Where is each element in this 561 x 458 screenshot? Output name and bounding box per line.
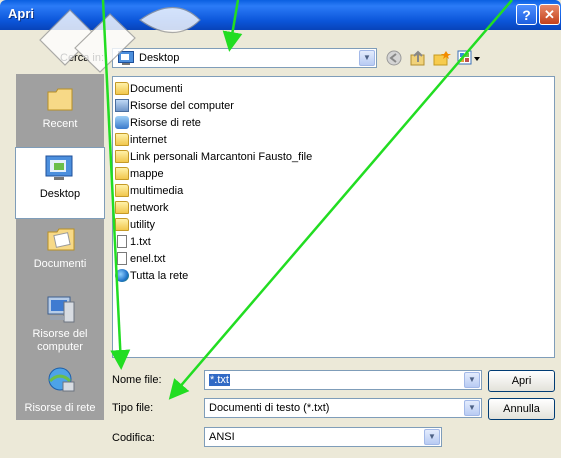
chevron-down-icon[interactable]: ▼ — [464, 400, 480, 416]
place-label: Recent — [42, 118, 78, 130]
folder-icon — [115, 184, 129, 197]
chevron-down-icon[interactable]: ▼ — [359, 50, 375, 66]
network-icon — [115, 116, 129, 129]
chevron-down-icon[interactable]: ▼ — [464, 372, 480, 388]
filetype-value: Documenti di testo (*.txt) — [209, 402, 330, 414]
window-title: Apri — [8, 6, 34, 21]
filename-value: *.txt — [209, 374, 230, 386]
filetype-label: Tipo file: — [112, 402, 154, 414]
computer-icon — [115, 99, 129, 112]
desktop-icon — [118, 51, 134, 65]
encoding-value: ANSI — [209, 431, 235, 443]
folder-icon — [115, 133, 129, 146]
encoding-label: Codifica: — [112, 432, 155, 444]
file-list[interactable]: Documenti Risorse del computer Risorse d… — [112, 76, 555, 358]
globe-icon — [115, 269, 129, 282]
filename-label: Nome file: — [112, 374, 162, 386]
open-dialog: Apri ? ✕ Cerca in: Desktop ▼ Recent Desk… — [0, 0, 561, 458]
filename-input[interactable]: *.txt ▼ — [204, 370, 482, 390]
lookin-select[interactable]: Desktop ▼ — [112, 48, 377, 68]
place-network[interactable]: Risorse di rete — [16, 364, 104, 420]
documents-icon — [47, 228, 75, 251]
place-label: Desktop — [39, 188, 81, 200]
close-button[interactable]: ✕ — [539, 4, 560, 25]
place-desktop[interactable]: Desktop — [15, 147, 105, 219]
folder-icon — [115, 218, 129, 231]
folder-icon — [115, 82, 129, 95]
desktop-icon — [45, 155, 73, 180]
my-computer-icon — [47, 296, 75, 323]
text-file-icon — [117, 235, 127, 248]
open-button[interactable]: Apri — [488, 370, 555, 392]
network-places-icon — [48, 367, 75, 392]
filetype-select[interactable]: Documenti di testo (*.txt) ▼ — [204, 398, 482, 418]
place-label: Documenti — [33, 258, 87, 270]
folder-icon — [115, 201, 129, 214]
place-label: Risorse di rete — [24, 402, 96, 414]
place-my-computer[interactable]: Risorse del computer — [16, 288, 104, 364]
place-label: Risorse del computer — [32, 328, 88, 353]
views-menu-icon[interactable] — [457, 50, 481, 66]
place-documents[interactable]: Documenti — [16, 218, 104, 288]
title-bar[interactable]: Apri ? ✕ — [0, 0, 561, 30]
encoding-select[interactable]: ANSI ▼ — [204, 427, 442, 447]
folder-icon — [115, 150, 129, 163]
lookin-label: Cerca in: — [60, 52, 105, 64]
folder-icon — [115, 167, 129, 180]
back-arrow-icon[interactable] — [386, 50, 402, 66]
lookin-value: Desktop — [139, 52, 180, 64]
chevron-down-icon[interactable]: ▼ — [424, 429, 440, 445]
recent-folder-icon — [47, 88, 73, 111]
up-folder-icon[interactable] — [410, 50, 426, 66]
place-recent[interactable]: Recent — [16, 78, 104, 148]
places-bar: Recent Desktop Documenti Risorse del com… — [15, 74, 105, 420]
new-folder-icon[interactable] — [433, 50, 451, 66]
cancel-button[interactable]: Annulla — [488, 398, 555, 420]
help-button[interactable]: ? — [516, 4, 537, 25]
text-file-icon — [117, 252, 127, 265]
